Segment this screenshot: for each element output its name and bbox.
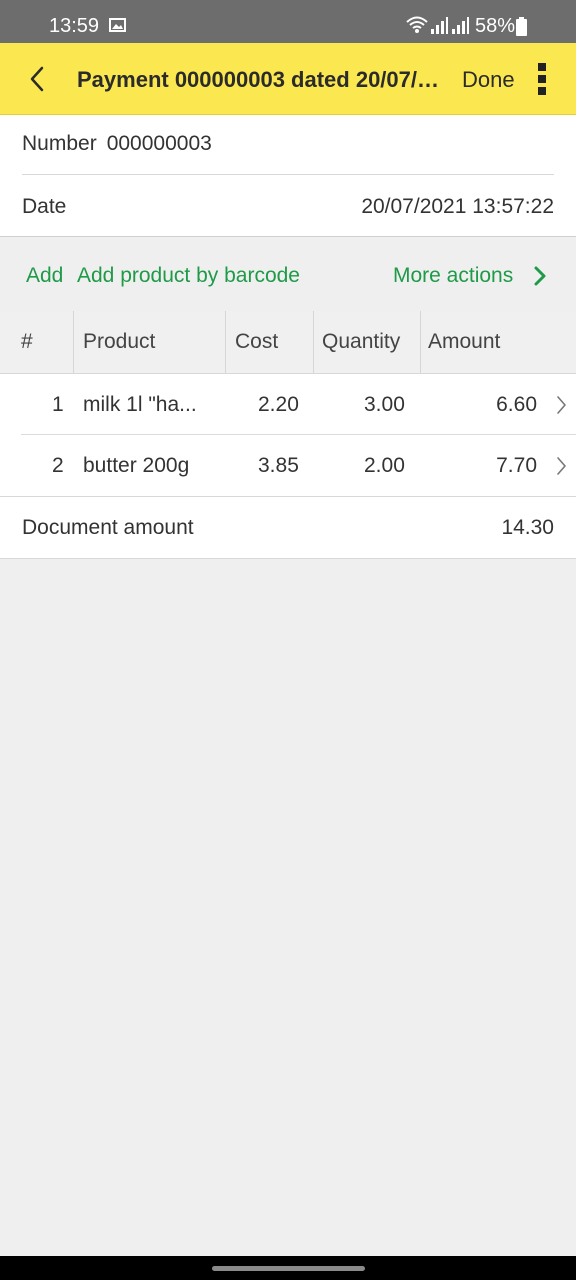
column-header-amount[interactable]: Amount — [428, 311, 500, 373]
document-total-row: Document amount 14.30 — [0, 496, 576, 559]
column-divider — [225, 311, 226, 373]
table-body: 1 milk 1l "ha... 2.20 3.00 6.60 2 butter… — [0, 374, 576, 559]
table-row[interactable]: 2 butter 200g 3.85 2.00 7.70 — [0, 435, 576, 496]
row-number: 2 — [52, 454, 64, 477]
home-gesture-handle[interactable] — [212, 1266, 365, 1271]
signal-icon — [431, 17, 448, 34]
system-navigation-bar — [0, 1256, 576, 1280]
divider — [22, 174, 554, 175]
number-value: 000000003 — [106, 132, 212, 155]
more-vert-icon[interactable] — [536, 61, 548, 97]
add-by-barcode-button[interactable]: Add product by barcode — [77, 264, 300, 288]
done-button[interactable]: Done — [462, 67, 515, 93]
document-amount-value: 14.30 — [501, 516, 554, 539]
wifi-icon — [406, 16, 428, 33]
column-divider — [313, 311, 314, 373]
table-row[interactable]: 1 milk 1l "ha... 2.20 3.00 6.60 — [0, 374, 576, 435]
column-divider — [420, 311, 421, 373]
row-product: milk 1l "ha... — [83, 393, 197, 416]
column-header-number[interactable]: # — [21, 311, 33, 373]
row-amount: 7.70 — [496, 454, 537, 477]
column-header-product[interactable]: Product — [83, 311, 155, 373]
chevron-right-icon[interactable] — [556, 456, 567, 476]
image-notification-icon — [109, 18, 126, 32]
battery-icon — [516, 17, 527, 36]
battery-percentage: 58% — [475, 15, 516, 37]
status-time: 13:59 — [49, 15, 100, 37]
more-actions-button[interactable]: More actions — [393, 264, 513, 288]
date-label: Date — [22, 195, 67, 218]
add-button[interactable]: Add — [26, 264, 63, 288]
column-header-quantity[interactable]: Quantity — [322, 311, 400, 373]
row-product: butter 200g — [83, 454, 190, 477]
signal-icon-secondary — [452, 17, 469, 34]
row-quantity: 2.00 — [364, 454, 405, 477]
row-cost: 2.20 — [258, 393, 299, 416]
number-label: Number — [22, 132, 97, 155]
table-header: # Product Cost Quantity Amount — [0, 311, 576, 374]
date-value[interactable]: 20/07/2021 13:57:22 — [361, 195, 554, 219]
app-bar: Payment 000000003 dated 20/07/2021 13:57… — [0, 43, 576, 115]
status-bar: 13:59 58% — [0, 0, 576, 43]
document-amount-label: Document amount — [22, 516, 194, 539]
row-number: 1 — [52, 393, 64, 416]
row-quantity: 3.00 — [364, 393, 405, 416]
chevron-right-icon[interactable] — [556, 395, 567, 415]
chevron-right-icon[interactable] — [533, 265, 547, 287]
back-arrow-icon[interactable] — [26, 64, 48, 94]
page-title: Payment 000000003 dated 20/07/2021 13:57… — [77, 67, 447, 92]
row-amount: 6.60 — [496, 393, 537, 416]
column-header-cost[interactable]: Cost — [235, 311, 278, 373]
actions-bar: Add Add product by barcode More actions — [0, 237, 576, 311]
column-divider — [73, 311, 74, 373]
document-header: Number 000000003 Date 20/07/2021 13:57:22 — [0, 115, 576, 237]
row-cost: 3.85 — [258, 454, 299, 477]
number-field[interactable]: Number 000000003 — [22, 132, 212, 156]
